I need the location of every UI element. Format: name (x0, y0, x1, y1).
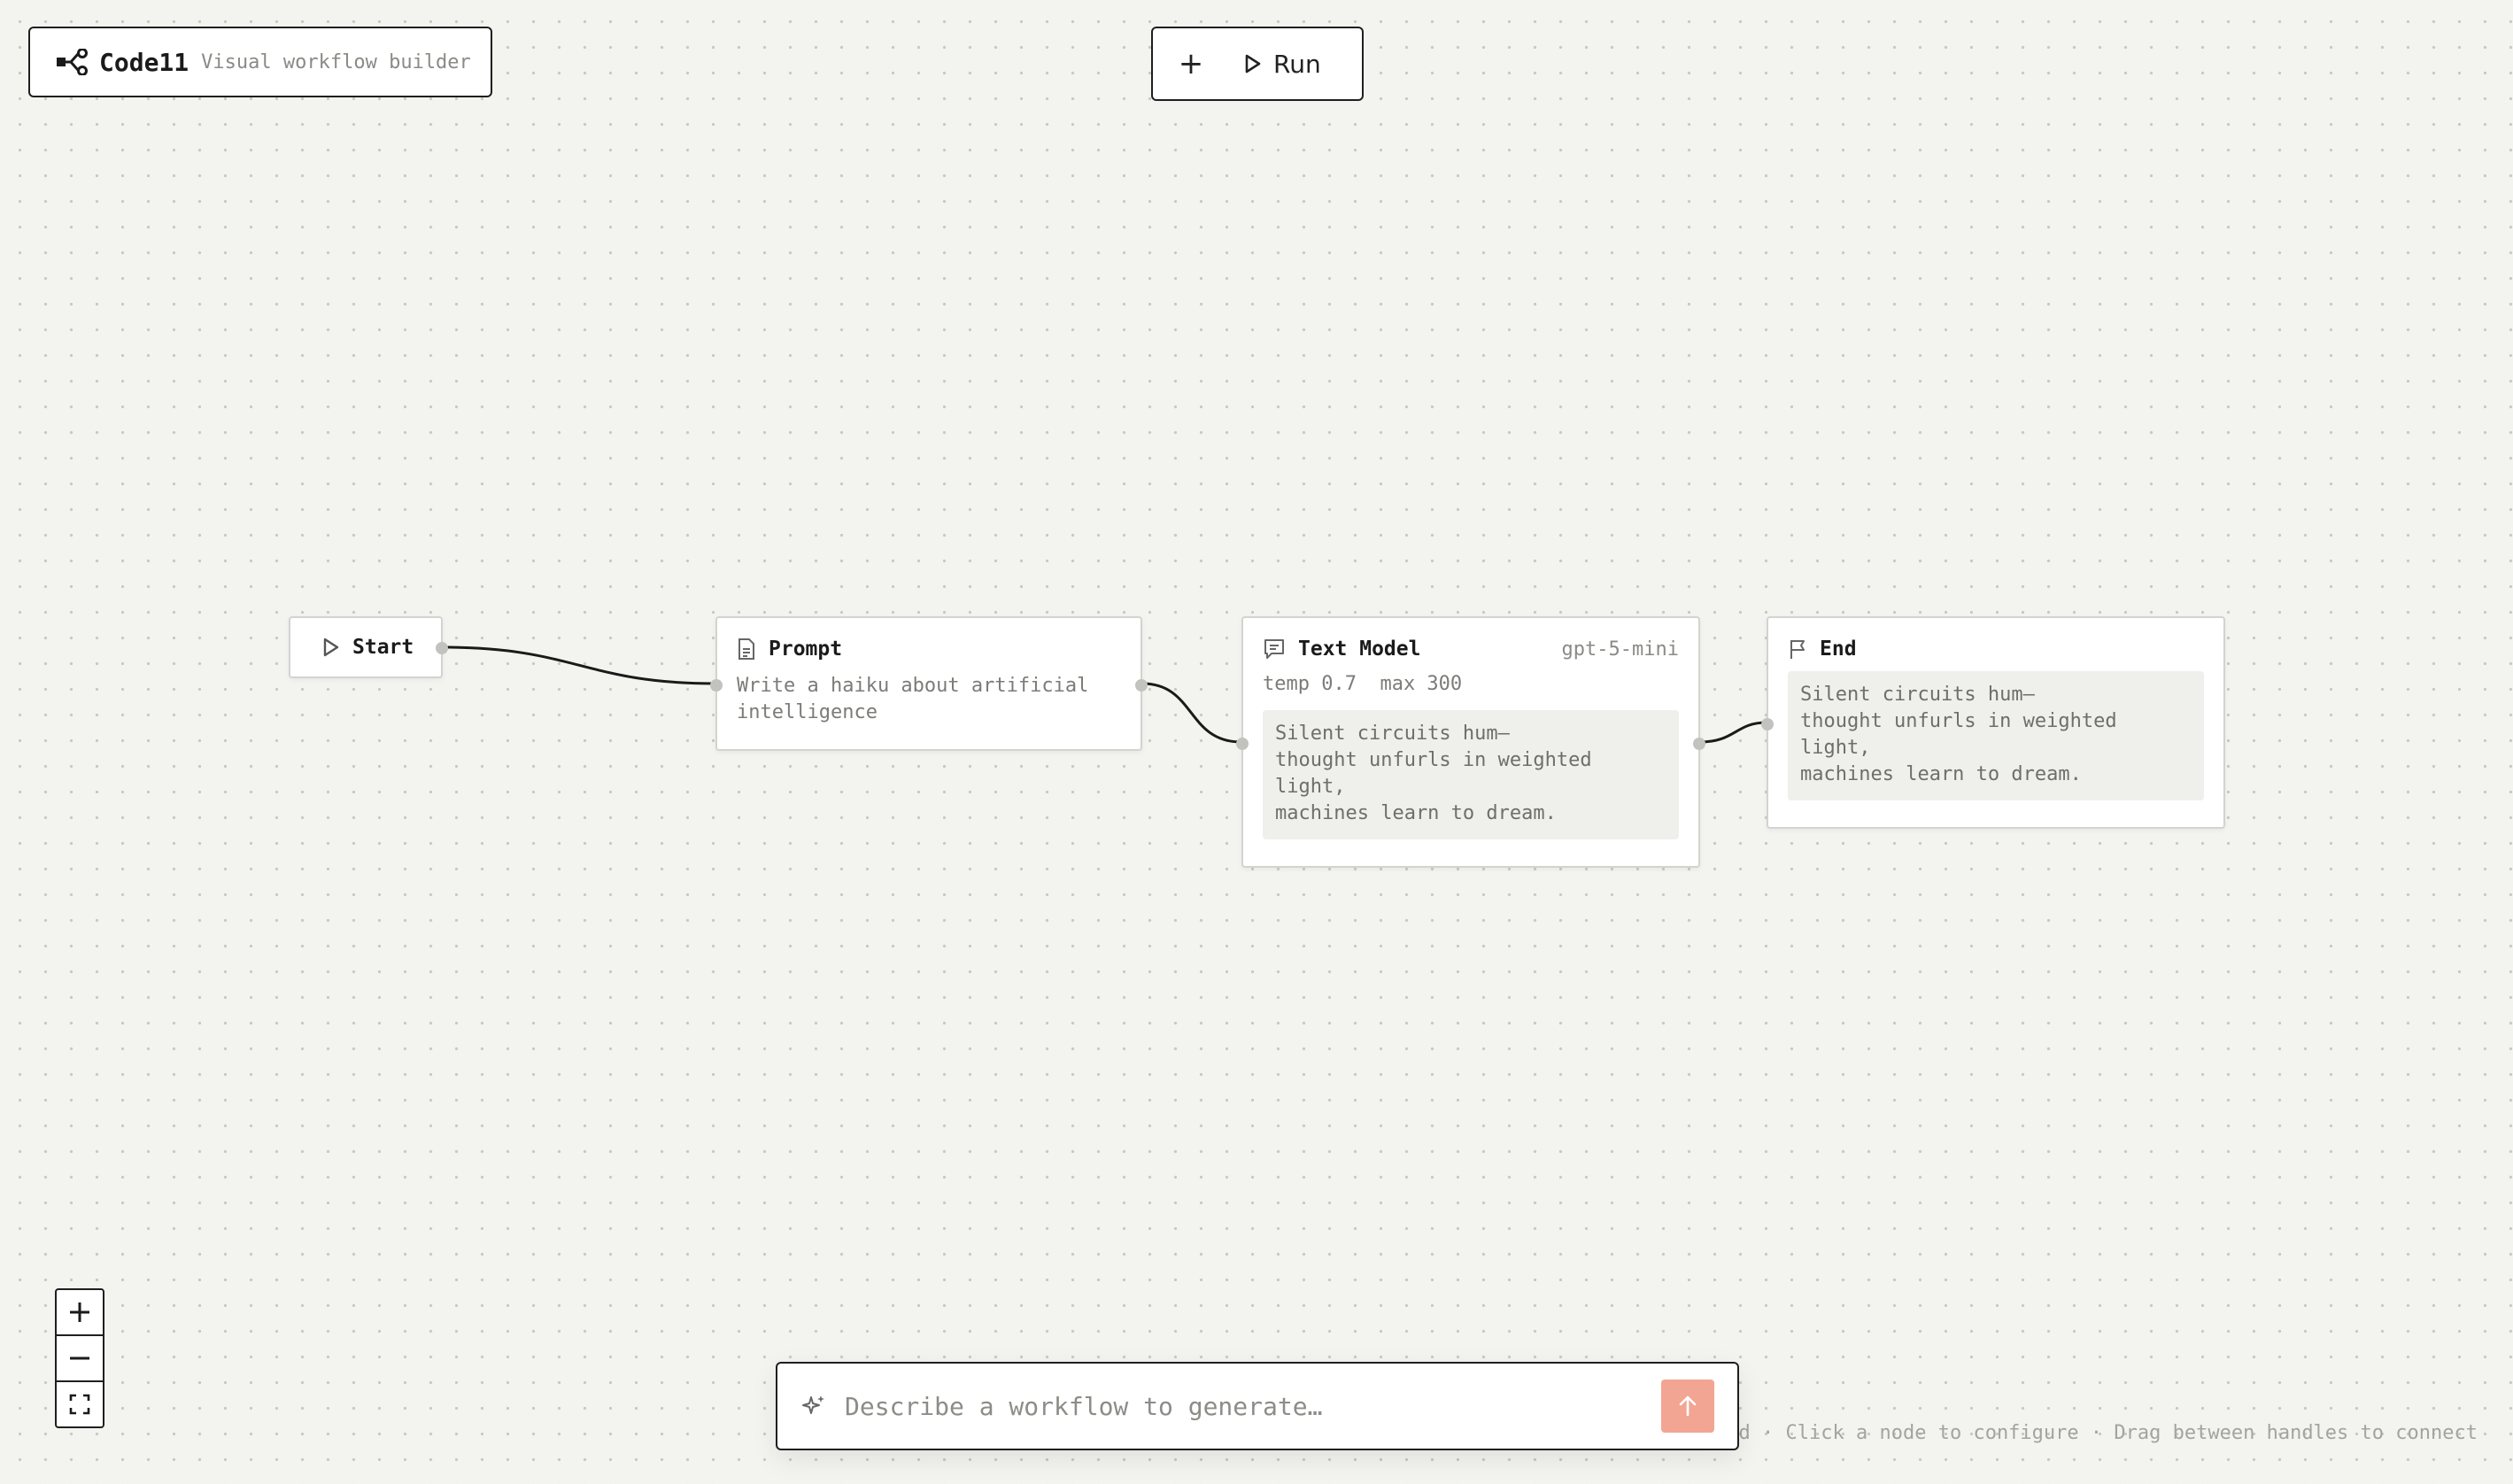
edge-start-prompt (442, 645, 716, 685)
fit-view-icon (69, 1394, 90, 1415)
zoom-controls (55, 1288, 104, 1428)
zoom-out-button[interactable] (57, 1336, 103, 1382)
node-text-model-title: Text Model (1298, 638, 1421, 661)
node-end-header: End (1788, 638, 2204, 661)
model-params: temp 0.7 max 300 (1263, 673, 1463, 695)
zoom-in-button[interactable] (57, 1290, 103, 1336)
node-end[interactable]: End Silent circuits hum— thought unfurls… (1761, 616, 2225, 829)
generate-workflow-input[interactable] (843, 1390, 1661, 1422)
node-end-title: End (1820, 638, 1857, 661)
node-prompt[interactable]: Prompt Write a haiku about artificial in… (710, 616, 1148, 751)
sparkle-icon (802, 1395, 824, 1414)
model-name: gpt-5-mini (1561, 638, 1679, 661)
flag-icon (1790, 640, 1805, 659)
model-output: Silent circuits hum— thought unfurls in … (1263, 710, 1679, 839)
end-input-handle[interactable] (1761, 718, 1774, 730)
node-text-model-header: Text Model gpt-5-mini (1263, 638, 1679, 661)
node-start[interactable]: Start (289, 616, 448, 678)
prompt-input-handle[interactable] (710, 679, 723, 692)
play-icon (323, 638, 339, 657)
node-start-header: Start (322, 636, 414, 659)
edge-prompt-model (1141, 682, 1242, 744)
node-start-title: Start (352, 636, 414, 659)
node-prompt-title: Prompt (769, 638, 843, 661)
generate-workflow-bar (776, 1362, 1739, 1450)
document-icon (738, 638, 754, 660)
send-button[interactable] (1661, 1380, 1714, 1433)
edge-model-end (1699, 721, 1767, 744)
plus-icon (70, 1302, 89, 1322)
node-prompt-header: Prompt (737, 638, 1121, 661)
chat-icon (1264, 639, 1284, 659)
node-prompt-text: Write a haiku about artificial intellige… (737, 675, 1089, 723)
fit-view-button[interactable] (57, 1382, 103, 1426)
end-output: Silent circuits hum— thought unfurls in … (1788, 671, 2204, 800)
start-output-handle[interactable] (436, 642, 448, 654)
arrow-up-icon (1679, 1395, 1697, 1417)
minus-icon (70, 1356, 89, 1360)
model-input-handle[interactable] (1236, 738, 1249, 750)
prompt-output-handle[interactable] (1135, 679, 1148, 692)
node-text-model[interactable]: Text Model gpt-5-mini temp 0.7 max 300 S… (1236, 616, 1705, 868)
canvas-hints: d · Click a node to configure · Drag bet… (1738, 1422, 2478, 1444)
model-output-handle[interactable] (1693, 738, 1705, 750)
